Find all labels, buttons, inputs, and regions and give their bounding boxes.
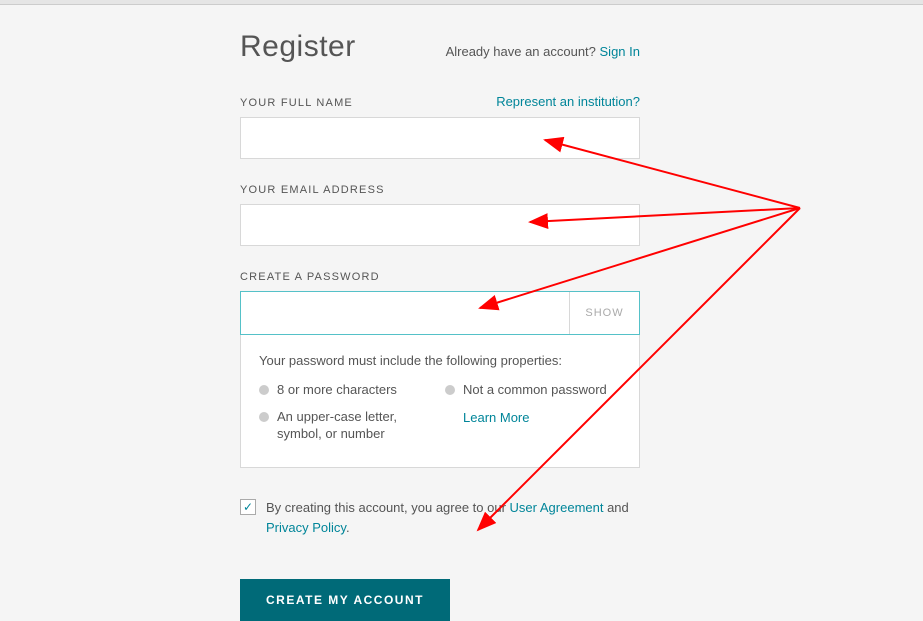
learn-more-link[interactable]: Learn More [463,410,529,425]
hint-text: 8 or more characters [277,382,397,399]
name-field-group: YOUR FULL NAME Represent an institution? [240,94,640,159]
hints-col-left: 8 or more characters An upper-case lette… [259,382,435,453]
full-name-input[interactable] [240,117,640,159]
represent-institution-link[interactable]: Represent an institution? [496,94,640,109]
register-form: Register Already have an account? Sign I… [220,30,660,621]
page-title: Register [240,30,356,64]
terms-checkbox[interactable]: ✓ [240,499,256,515]
hint-item-upper: An upper-case letter, symbol, or number [259,409,435,443]
agree-period: . [346,520,350,535]
show-password-button[interactable]: SHOW [569,292,639,334]
create-account-button[interactable]: CREATE MY ACCOUNT [240,579,450,621]
already-text: Already have an account? [446,44,600,59]
agree-text: By creating this account, you agree to o… [266,498,640,540]
user-agreement-link[interactable]: User Agreement [510,500,604,515]
agree-and: and [603,500,628,515]
hint-text: Not a common password [463,382,607,399]
password-hints: Your password must include the following… [240,335,640,468]
hints-title: Your password must include the following… [259,353,621,368]
password-wrapper: SHOW [240,291,640,335]
email-label-row: YOUR EMAIL ADDRESS [240,184,640,196]
email-label: YOUR EMAIL ADDRESS [240,184,385,196]
bullet-icon [259,412,269,422]
email-field-group: YOUR EMAIL ADDRESS [240,184,640,246]
top-border [0,0,923,5]
email-input[interactable] [240,204,640,246]
hints-grid: 8 or more characters An upper-case lette… [259,382,621,453]
hints-col-right: Not a common password Learn More [445,382,621,453]
password-field-group: CREATE A PASSWORD SHOW Your password mus… [240,271,640,468]
checkmark-icon: ✓ [243,501,253,513]
hint-item-common: Not a common password [445,382,621,399]
sign-in-link[interactable]: Sign In [600,44,640,59]
name-label: YOUR FULL NAME [240,97,353,109]
password-label-row: CREATE A PASSWORD [240,271,640,283]
bullet-icon [259,385,269,395]
agree-row: ✓ By creating this account, you agree to… [240,498,640,540]
password-input[interactable] [241,292,569,334]
agree-prefix: By creating this account, you agree to o… [266,500,510,515]
hint-text: An upper-case letter, symbol, or number [277,409,435,443]
hint-item-chars: 8 or more characters [259,382,435,399]
password-label: CREATE A PASSWORD [240,271,380,283]
already-have-account: Already have an account? Sign In [446,44,640,59]
bullet-icon [445,385,455,395]
privacy-policy-link[interactable]: Privacy Policy [266,520,346,535]
header-row: Register Already have an account? Sign I… [240,30,640,64]
name-label-row: YOUR FULL NAME Represent an institution? [240,94,640,109]
